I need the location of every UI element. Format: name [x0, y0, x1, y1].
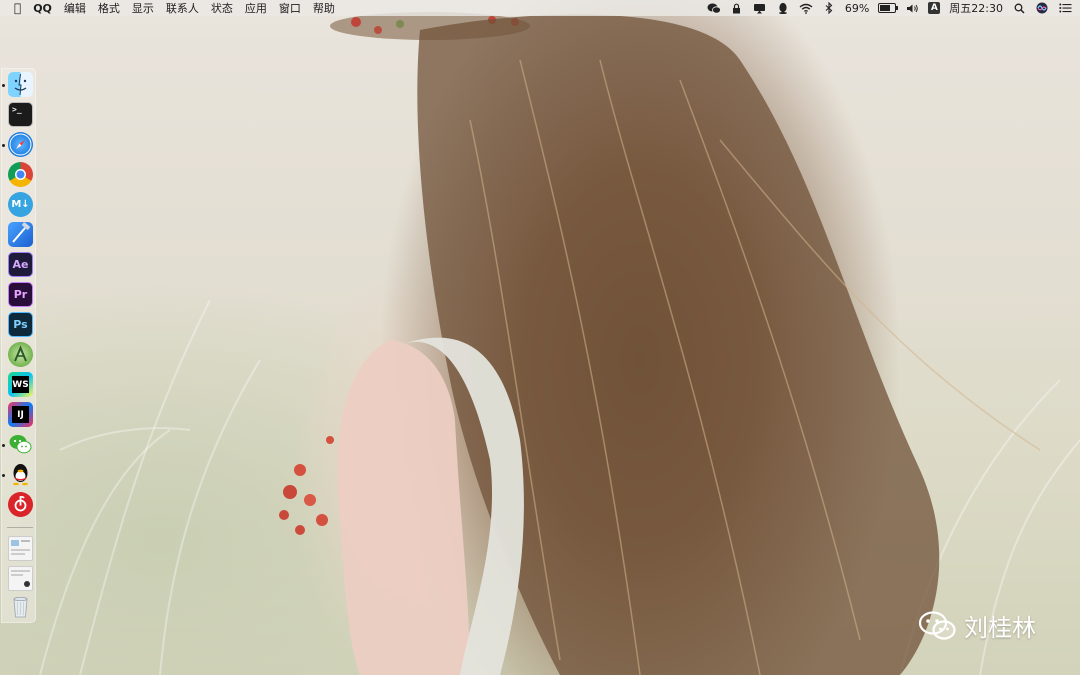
display-mirror-icon[interactable]	[753, 2, 767, 14]
clock[interactable]: 周五22:30	[949, 0, 1003, 16]
photoshop-icon: Ps	[13, 318, 28, 331]
dock-xcode[interactable]	[8, 222, 33, 247]
lock-icon[interactable]	[730, 2, 744, 14]
menu-bar:  QQ 编辑 格式 显示 联系人 状态 应用 窗口 帮助	[0, 0, 1080, 16]
apple-logo-icon[interactable]: 	[14, 2, 21, 14]
terminal-icon: >_	[12, 105, 22, 114]
dock-premiere[interactable]: Pr	[8, 282, 33, 307]
netease-music-icon	[14, 495, 27, 512]
android-studio-icon	[14, 345, 27, 362]
running-indicator-qq	[2, 474, 5, 477]
notification-center-icon[interactable]	[1058, 2, 1072, 14]
dock-intellij[interactable]: IJ	[8, 402, 33, 427]
document-thumbnail-icon	[11, 540, 30, 555]
dock-chrome[interactable]	[8, 162, 33, 187]
battery-icon[interactable]	[878, 3, 899, 13]
dock-trash[interactable]	[8, 594, 33, 619]
document-thumbnail-icon	[11, 570, 30, 587]
finder-icon	[14, 73, 27, 96]
dock: >_ M↓ Ae Pr Ps WS IJ	[1, 68, 36, 623]
dock-separator	[7, 527, 33, 528]
menu-contacts[interactable]: 联系人	[166, 0, 199, 16]
battery-fill	[880, 5, 890, 11]
battery-percent[interactable]: 69%	[845, 2, 869, 15]
premiere-icon: Pr	[13, 288, 28, 301]
dock-terminal[interactable]: >_	[8, 102, 33, 127]
menu-window[interactable]: 窗口	[279, 0, 301, 16]
dock-wechat[interactable]	[8, 432, 33, 457]
dock-after-effects[interactable]: Ae	[8, 252, 33, 277]
dock-recent-document-1[interactable]	[8, 536, 33, 561]
wechat-icon	[918, 610, 956, 640]
dock-finder[interactable]	[8, 72, 33, 97]
after-effects-icon: Ae	[12, 258, 29, 271]
siri-icon[interactable]	[1035, 2, 1049, 14]
chrome-icon	[15, 169, 26, 180]
dock-photoshop[interactable]: Ps	[8, 312, 33, 337]
trash-icon	[13, 597, 28, 618]
safari-compass-icon	[9, 133, 32, 156]
dock-netease-music[interactable]	[8, 492, 33, 517]
dock-android-studio[interactable]	[8, 342, 33, 367]
watermark: 刘桂林	[918, 608, 1036, 643]
xcode-hammer-icon	[12, 222, 30, 243]
input-source-indicator[interactable]: A	[928, 2, 941, 14]
dock-safari[interactable]	[8, 132, 33, 157]
intellij-icon: IJ	[12, 406, 29, 423]
running-indicator-finder	[2, 84, 5, 87]
watermark-text: 刘桂林	[964, 614, 1036, 642]
running-indicator-wechat	[2, 444, 5, 447]
volume-icon[interactable]	[905, 2, 919, 14]
qq-tray-icon[interactable]	[776, 2, 790, 14]
spotlight-search-icon[interactable]	[1012, 2, 1026, 14]
menu-apps[interactable]: 应用	[245, 0, 267, 16]
webstorm-icon: WS	[12, 376, 29, 393]
dock-recent-document-2[interactable]	[8, 566, 33, 591]
menu-qq[interactable]: QQ	[33, 2, 52, 15]
dock-qq[interactable]	[8, 462, 33, 487]
markdown-m-icon: M↓	[11, 199, 30, 210]
menu-view[interactable]: 显示	[132, 0, 154, 16]
wifi-icon[interactable]	[799, 2, 813, 14]
running-indicator-safari	[2, 144, 5, 147]
qq-penguin-icon	[13, 464, 28, 486]
menu-format[interactable]: 格式	[98, 0, 120, 16]
menu-edit[interactable]: 编辑	[64, 0, 86, 16]
dock-webstorm[interactable]: WS	[8, 372, 33, 397]
desktop[interactable]:  QQ 编辑 格式 显示 联系人 状态 应用 窗口 帮助	[0, 0, 1080, 675]
menu-help[interactable]: 帮助	[313, 0, 335, 16]
bluetooth-icon[interactable]	[822, 2, 836, 14]
menu-status[interactable]: 状态	[211, 0, 233, 16]
dock-markdown[interactable]: M↓	[8, 192, 33, 217]
wallpaper-art	[39, 12, 1080, 675]
wechat-tray-icon[interactable]	[707, 2, 721, 14]
wechat-icon	[9, 435, 32, 454]
